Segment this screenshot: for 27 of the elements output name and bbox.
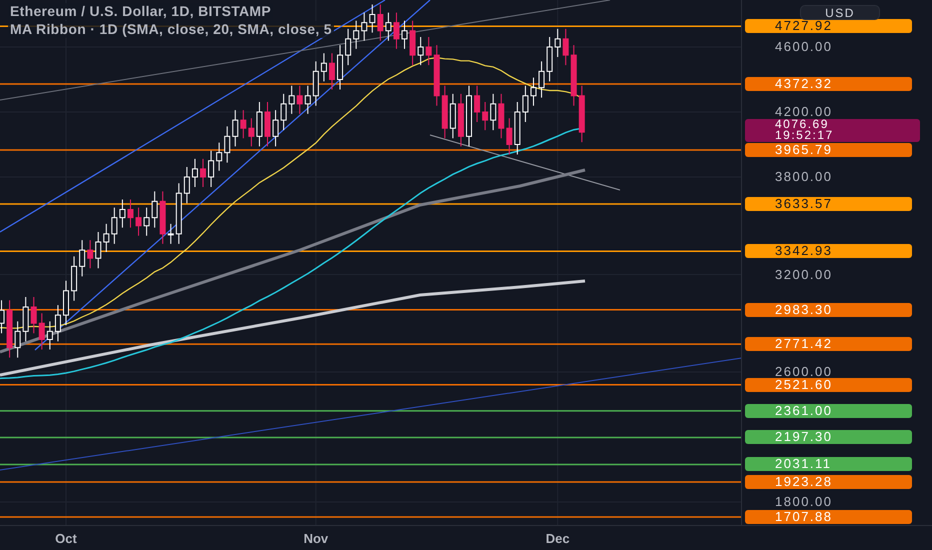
currency-button[interactable]: USD: [800, 5, 880, 20]
price-level-badge: 2983.30: [745, 302, 912, 317]
time-axis-label: Dec: [546, 531, 570, 546]
price-tick-label: 1800.00: [775, 495, 832, 509]
price-level-badge: 3342.93: [745, 244, 912, 258]
price-tick-label: 4600.00: [775, 40, 832, 54]
indicator-label: MA Ribbon · 1D (SMA, close, 20, SMA, close, 5: [8, 21, 334, 38]
price-level-badge: 4727.92: [745, 19, 912, 34]
price-level-badge: 2521.60: [745, 378, 912, 392]
last-price: 4076.69: [775, 119, 829, 130]
price-tick-label: 4200.00: [775, 105, 832, 119]
price-level-badge: 2361.00: [745, 404, 912, 418]
price-level-badge: 2771.42: [745, 337, 912, 352]
price-level-badge: 1707.88: [745, 510, 912, 524]
price-level-badge: 2031.11: [745, 457, 912, 472]
price-level-badge: 4372.32: [745, 76, 912, 91]
price-level-badge: 2197.30: [745, 430, 912, 444]
price-level-badge: 1923.28: [745, 474, 912, 489]
price-level-badge: 3965.79: [745, 143, 912, 158]
price-tick-label: 2600.00: [775, 365, 832, 379]
price-level-badge: 3633.57: [745, 197, 912, 212]
price-tick-label: 3200.00: [775, 268, 832, 282]
time-axis-label: Nov: [304, 531, 328, 546]
symbol-title: Ethereum / U.S. Dollar, 1D, BITSTAMP: [8, 3, 274, 20]
bar-countdown: 19:52:17: [775, 130, 835, 141]
price-tick-label: 3800.00: [775, 170, 832, 184]
time-axis-label: Oct: [55, 531, 77, 546]
